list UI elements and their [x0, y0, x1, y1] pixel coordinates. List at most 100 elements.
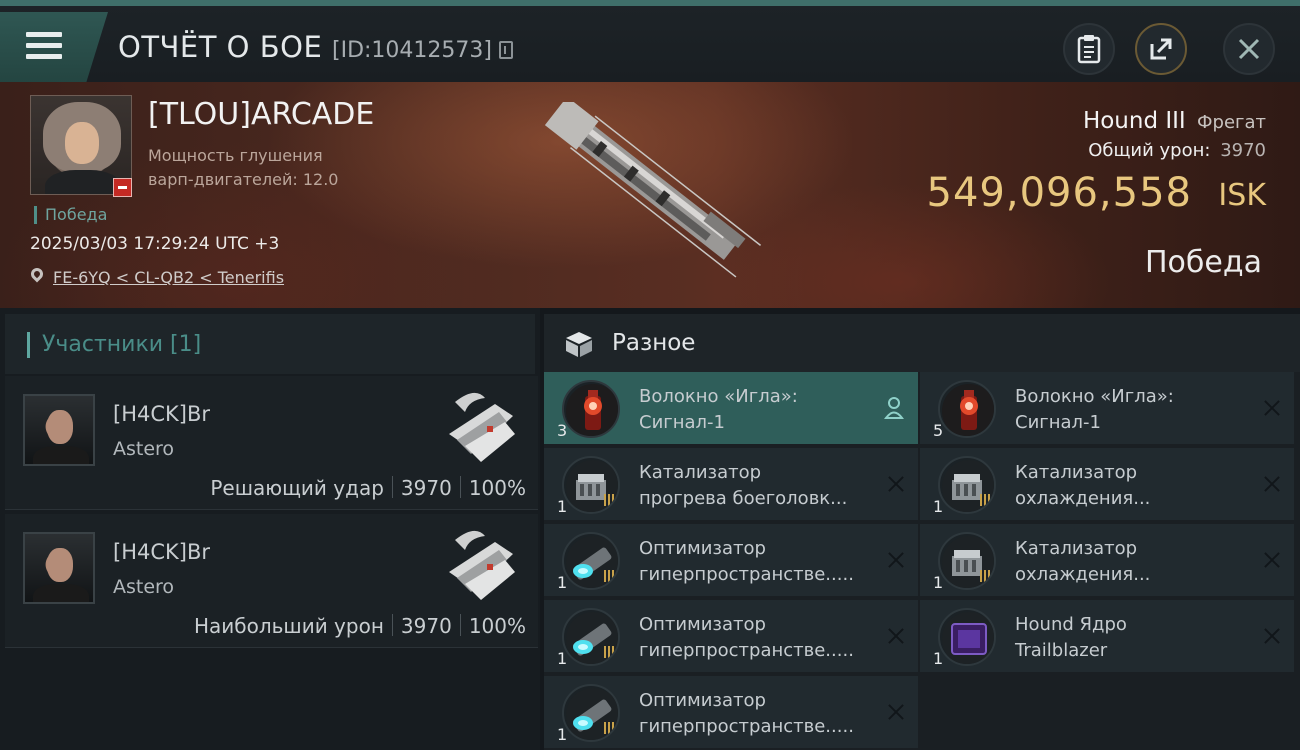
participant-row[interactable]: [H4CK]Br Astero Наибольший урон 3970 100% [5, 514, 538, 648]
astero-ship-icon[interactable] [435, 520, 525, 610]
loss-badge-icon [113, 178, 132, 197]
participant-percent: 100% [468, 614, 526, 638]
clipboard-button[interactable] [1063, 23, 1115, 75]
item-name-line1: Катализатор [639, 462, 762, 483]
optimizer-icon [562, 608, 620, 666]
location-pin-icon [28, 265, 46, 283]
victim-banner: [TLOU]ARCADE Мощность глушения варп-двиг… [0, 82, 1300, 308]
participant-avatar[interactable] [23, 394, 95, 466]
destroyed-x-icon [1262, 550, 1282, 570]
item-tile[interactable]: 1 Катализатор охлаждения... [920, 524, 1294, 598]
optimizer-icon [562, 684, 620, 742]
participants-title: Участники [1] [42, 332, 202, 357]
total-damage-value: 3970 [1220, 140, 1266, 161]
item-tile[interactable]: 1 Оптимизатор гиперпространстве..... [544, 524, 918, 598]
item-tile[interactable]: 5 Волокно «Игла»: Сигнал-1 [920, 372, 1294, 446]
menu-button[interactable] [0, 12, 108, 82]
item-tile[interactable]: 1 Катализатор прогрева боеголовк... [544, 448, 918, 522]
share-button[interactable] [1135, 23, 1187, 75]
item-tile[interactable]: 1 Hound Ядро Trailblazer [920, 600, 1294, 674]
ship-render-image [544, 102, 762, 278]
item-name-line2: Сигнал-1 [1015, 412, 1101, 433]
tech-level-icon [604, 494, 614, 506]
ship-name[interactable]: Hound III [1083, 108, 1186, 134]
destroyed-x-icon [886, 550, 906, 570]
item-name-line1: Hound Ядро [1015, 614, 1127, 635]
item-tile[interactable]: 1 Катализатор охлаждения... [920, 448, 1294, 522]
menu-icon-bar [26, 43, 62, 48]
item-name-line2: охлаждения... [1015, 564, 1151, 585]
clipboard-icon [1077, 35, 1101, 64]
battle-id: [ID:10412573] [332, 38, 492, 63]
item-tile[interactable]: 1 Оптимизатор гиперпространстве..... [544, 676, 918, 750]
victim-stat-line1: Мощность глушения [148, 146, 323, 165]
catalyst-icon [562, 456, 620, 514]
item-name-line1: Оптимизатор [639, 690, 766, 711]
item-tile[interactable]: 1 Оптимизатор гиперпространстве..... [544, 600, 918, 674]
items-title: Разное [612, 330, 696, 356]
isk-value: 549,096,558 [926, 170, 1192, 216]
item-name-line2: прогрева боеголовк... [639, 488, 848, 509]
red-booster-icon [938, 380, 996, 438]
participant-row[interactable]: [H4CK]Br Astero Решающий удар 3970 100% [5, 376, 538, 510]
item-quantity: 1 [557, 725, 568, 744]
astero-ship-icon[interactable] [435, 382, 525, 472]
copy-icon[interactable] [499, 41, 513, 59]
item-quantity: 1 [557, 497, 568, 516]
isk-unit: ISK [1218, 178, 1266, 213]
participant-stats: Наибольший урон 3970 100% [194, 614, 526, 638]
participant-name: [H4CK]Br [113, 402, 211, 426]
participant-ship: Astero [113, 438, 175, 460]
page-title: ОТЧЁТ О БОЕ [118, 30, 323, 64]
participant-ship: Astero [113, 576, 175, 598]
close-button[interactable] [1223, 23, 1275, 75]
cargo-box-icon [566, 332, 592, 357]
victim-stat: Мощность глушения варп-двигателей: 12.0 [148, 144, 408, 192]
optimizer-icon [562, 532, 620, 590]
tech-level-icon [980, 494, 990, 506]
catalyst-icon [938, 456, 996, 514]
victim-stat-line2: варп-двигателей: 12.0 [148, 170, 339, 189]
participant-damage: 3970 [400, 614, 452, 638]
close-icon [1238, 38, 1260, 60]
item-name-line2: Trailblazer [1015, 640, 1108, 661]
menu-icon-bar [26, 54, 62, 59]
item-name-line1: Оптимизатор [639, 538, 766, 559]
item-name: Оптимизатор гиперпространстве..... [639, 688, 869, 740]
total-damage-label: Общий урон: [1088, 140, 1211, 161]
share-icon [1150, 38, 1172, 60]
victim-name[interactable]: [TLOU]ARCADE [148, 97, 374, 132]
location-link[interactable]: FE-6YQ < CL-QB2 < Tenerifis [53, 268, 284, 287]
item-name-line1: Катализатор [1015, 462, 1138, 483]
section-accent [27, 332, 30, 358]
item-name-line1: Волокно «Игла»: [1015, 386, 1174, 407]
ship-class: Фрегат [1197, 112, 1266, 133]
item-name: Волокно «Игла»: Сигнал-1 [639, 384, 869, 436]
item-name-line1: Волокно «Игла»: [639, 386, 798, 407]
item-quantity: 3 [557, 421, 568, 440]
tech-level-icon [980, 570, 990, 582]
item-name-line1: Оптимизатор [639, 614, 766, 635]
battle-datetime: 2025/03/03 17:29:24 UTC +3 [30, 234, 280, 254]
participant-role: Наибольший урон [193, 614, 384, 638]
destroyed-x-icon [1262, 398, 1282, 418]
core-chip-icon [938, 608, 996, 666]
item-tile[interactable]: 3 Волокно «Игла»: Сигнал-1 [544, 372, 918, 446]
item-name-line1: Катализатор [1015, 538, 1138, 559]
tech-level-icon [604, 722, 614, 734]
participant-role: Решающий удар [210, 476, 384, 500]
top-bar: ОТЧЁТ О БОЕ [ID:10412573] [0, 0, 1300, 82]
tech-level-icon [604, 570, 614, 582]
result-tag: Победа [34, 206, 107, 224]
item-name: Оптимизатор гиперпространстве..... [639, 612, 869, 664]
participant-avatar[interactable] [23, 532, 95, 604]
item-name: Катализатор охлаждения... [1015, 536, 1245, 588]
participants-header[interactable]: Участники [1] [5, 314, 535, 374]
item-name: Волокно «Игла»: Сигнал-1 [1015, 384, 1245, 436]
participant-stats: Решающий удар 3970 100% [210, 476, 526, 500]
total-damage: Общий урон: 3970 [1088, 140, 1266, 161]
item-name-line2: охлаждения... [1015, 488, 1151, 509]
item-quantity: 1 [557, 649, 568, 668]
item-quantity: 5 [933, 421, 944, 440]
destroyed-x-icon [886, 626, 906, 646]
